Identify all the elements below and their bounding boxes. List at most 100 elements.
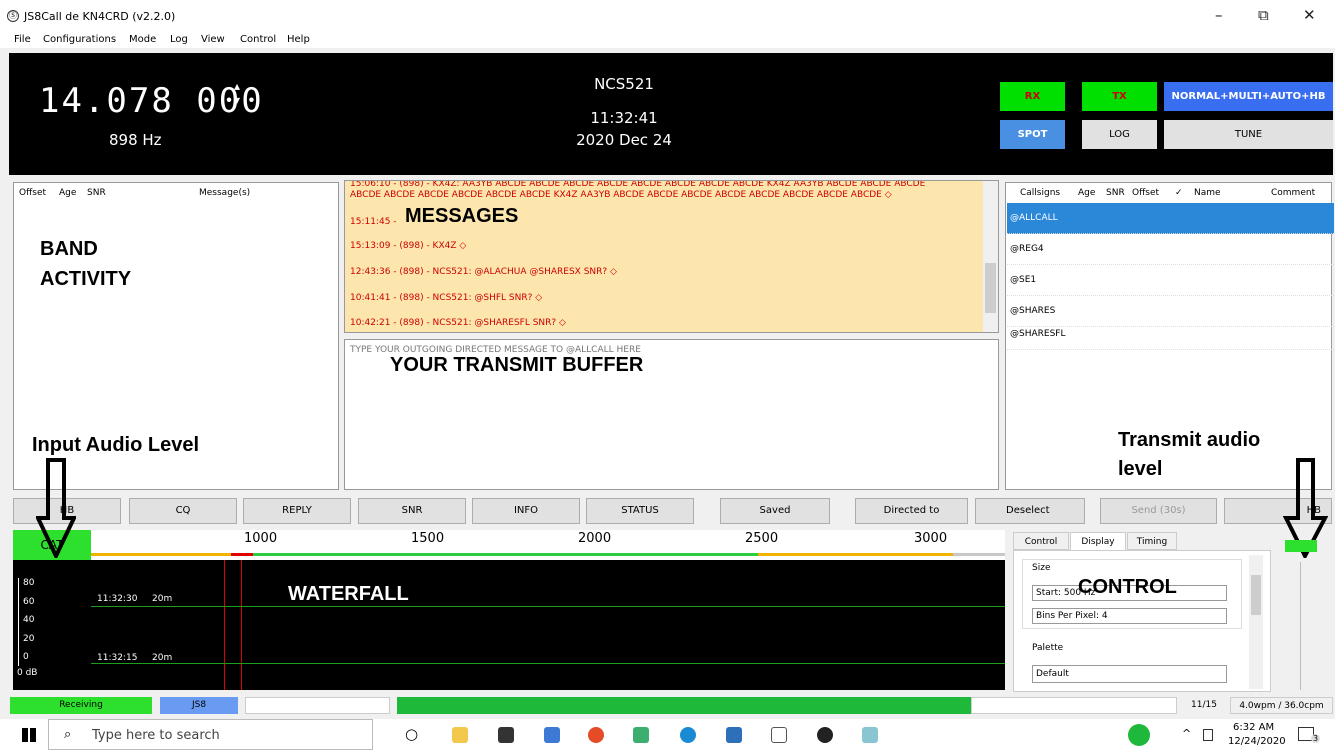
- callsign-row[interactable]: @SE1: [1007, 265, 1334, 296]
- close-button[interactable]: ✕: [1303, 6, 1316, 24]
- palette-select[interactable]: Default: [1032, 665, 1227, 683]
- menu-control[interactable]: Control: [240, 34, 276, 45]
- db-tick: 60: [23, 597, 35, 607]
- task-view-icon[interactable]: ○: [405, 725, 418, 743]
- band-label-2: ACTIVITY: [40, 268, 132, 290]
- db-tick: 40: [23, 615, 35, 625]
- clock-date[interactable]: 12/24/2020: [1228, 736, 1286, 747]
- callsign-row[interactable]: @REG4: [1007, 234, 1334, 265]
- col-callsigns[interactable]: Callsigns: [1020, 188, 1060, 198]
- col-age[interactable]: Age: [1078, 188, 1095, 198]
- spot-button[interactable]: SPOT: [1000, 120, 1065, 149]
- col-snr[interactable]: SNR: [1106, 188, 1125, 198]
- send-button[interactable]: Send (30s): [1100, 498, 1217, 524]
- message-line: ABCDE ABCDE ABCDE ABCDE ABCDE ABCDE KX4Z…: [350, 190, 892, 200]
- progress-remainder: [971, 697, 1177, 714]
- col-check[interactable]: ✓: [1175, 188, 1183, 198]
- photos-icon[interactable]: [726, 727, 742, 743]
- spin-up-icon[interactable]: ▴: [234, 79, 240, 93]
- messages-label: MESSAGES: [405, 205, 519, 227]
- tab-display[interactable]: Display: [1070, 532, 1126, 550]
- spin-down-icon[interactable]: ▾: [234, 93, 240, 107]
- col-age[interactable]: Age: [59, 188, 76, 198]
- band-label-1: BAND: [40, 238, 98, 260]
- edge-icon[interactable]: [680, 727, 696, 743]
- waterfall-display[interactable]: 11:32:30 20m 11:32:15 20m WATERFALL: [91, 560, 1005, 690]
- control-scrollbar[interactable]: [1249, 555, 1263, 689]
- tab-timing[interactable]: Timing: [1127, 532, 1177, 550]
- col-offset[interactable]: Offset: [1132, 188, 1159, 198]
- deselect-button[interactable]: Deselect: [975, 498, 1085, 524]
- rx-button[interactable]: RX: [1000, 82, 1065, 111]
- freq-tick: 1500: [411, 531, 445, 546]
- callsign-row[interactable]: @SHARESFL: [1007, 319, 1334, 350]
- transmit-label: YOUR TRANSMIT BUFFER: [390, 354, 644, 376]
- col-snr[interactable]: SNR: [87, 188, 106, 198]
- windows-start-icon[interactable]: [22, 728, 36, 742]
- file-explorer-icon[interactable]: [452, 727, 468, 743]
- col-name[interactable]: Name: [1194, 188, 1221, 198]
- chrome-icon[interactable]: [588, 727, 604, 743]
- app-icon[interactable]: [633, 727, 649, 743]
- control-panel: Control Display Timing Size Start: 500 H…: [1012, 532, 1272, 692]
- col-messages[interactable]: Message(s): [199, 188, 250, 198]
- notification-count: 3: [1311, 734, 1321, 743]
- menu-bar: File Configurations Mode Log View Contro…: [0, 32, 1335, 48]
- menu-view[interactable]: View: [201, 34, 225, 45]
- maximize-button[interactable]: ⧉: [1258, 6, 1269, 24]
- db-tick: 20: [23, 634, 35, 644]
- callsign-row-selected[interactable]: @ALLCALL: [1007, 203, 1334, 234]
- network-icon[interactable]: [544, 727, 560, 743]
- menu-log[interactable]: Log: [170, 34, 188, 45]
- info-button[interactable]: INFO: [472, 498, 580, 524]
- scrollbar-thumb[interactable]: [985, 263, 996, 313]
- paint-icon[interactable]: [862, 727, 878, 743]
- tune-button[interactable]: TUNE: [1164, 120, 1333, 149]
- js8call-icon[interactable]: [817, 727, 833, 743]
- utc-time: 11:32:41: [590, 109, 658, 127]
- minimize-button[interactable]: –: [1215, 6, 1223, 24]
- tx-progress-bar: [397, 697, 971, 714]
- db-tick: 0: [23, 652, 29, 662]
- col-offset[interactable]: Offset: [19, 188, 46, 198]
- waterfall-time: 11:32:30: [97, 594, 138, 604]
- clock-time[interactable]: 6:32 AM: [1233, 722, 1274, 733]
- terminal-icon[interactable]: [498, 727, 514, 743]
- transmit-buffer[interactable]: TYPE YOUR OUTGOING DIRECTED MESSAGE TO @…: [344, 339, 999, 490]
- bins-spinbox[interactable]: Bins Per Pixel: 4: [1032, 608, 1227, 624]
- station-callsign: NCS521: [594, 75, 654, 93]
- notepad-icon[interactable]: [771, 727, 787, 743]
- menu-help[interactable]: Help: [287, 34, 310, 45]
- tab-control[interactable]: Control: [1013, 532, 1069, 550]
- transmit-audio-slider[interactable]: [1300, 562, 1301, 690]
- reply-button[interactable]: REPLY: [243, 498, 351, 524]
- scrollbar-thumb[interactable]: [1251, 575, 1261, 615]
- col-comment[interactable]: Comment: [1271, 188, 1315, 198]
- message-line: 12:43:36 - (898) - NCS521: @ALACHUA @SHA…: [350, 267, 617, 277]
- mode-button[interactable]: NORMAL+MULTI+AUTO+HB: [1164, 82, 1333, 111]
- message-line: 15:11:45 -: [350, 217, 397, 227]
- messages-panel[interactable]: 15:06:10 - (898) - KX4Z: AA3YB ABCDE ABC…: [344, 180, 999, 333]
- menu-mode[interactable]: Mode: [129, 34, 156, 45]
- input-arrow-icon: [36, 458, 76, 558]
- frequency-spinner[interactable]: ▴ ▾: [234, 79, 240, 107]
- transmit-audio-label-2: level: [1118, 458, 1163, 480]
- message-line: 10:42:21 - (898) - NCS521: @SHARESFL SNR…: [350, 318, 566, 328]
- status-blank: [245, 697, 390, 714]
- snr-button[interactable]: SNR: [358, 498, 466, 524]
- tx-button[interactable]: TX: [1082, 82, 1157, 111]
- frequency-display[interactable]: 14.078 000: [39, 81, 264, 121]
- tray-chevron-icon[interactable]: ^: [1182, 727, 1191, 740]
- menu-file[interactable]: File: [14, 34, 31, 45]
- saved-button[interactable]: Saved: [720, 498, 830, 524]
- frequency-scale[interactable]: [91, 530, 1005, 560]
- messages-scrollbar[interactable]: [983, 181, 998, 332]
- status-button[interactable]: STATUS: [586, 498, 694, 524]
- db-label: 0 dB: [17, 668, 38, 678]
- log-button[interactable]: LOG: [1082, 120, 1157, 149]
- directed-button[interactable]: Directed to @ALLCALL: [855, 498, 968, 540]
- tray-device-icon[interactable]: [1203, 729, 1213, 741]
- tray-app-icon[interactable]: [1128, 724, 1150, 746]
- menu-configurations[interactable]: Configurations: [43, 34, 116, 45]
- cq-button[interactable]: CQ: [129, 498, 237, 524]
